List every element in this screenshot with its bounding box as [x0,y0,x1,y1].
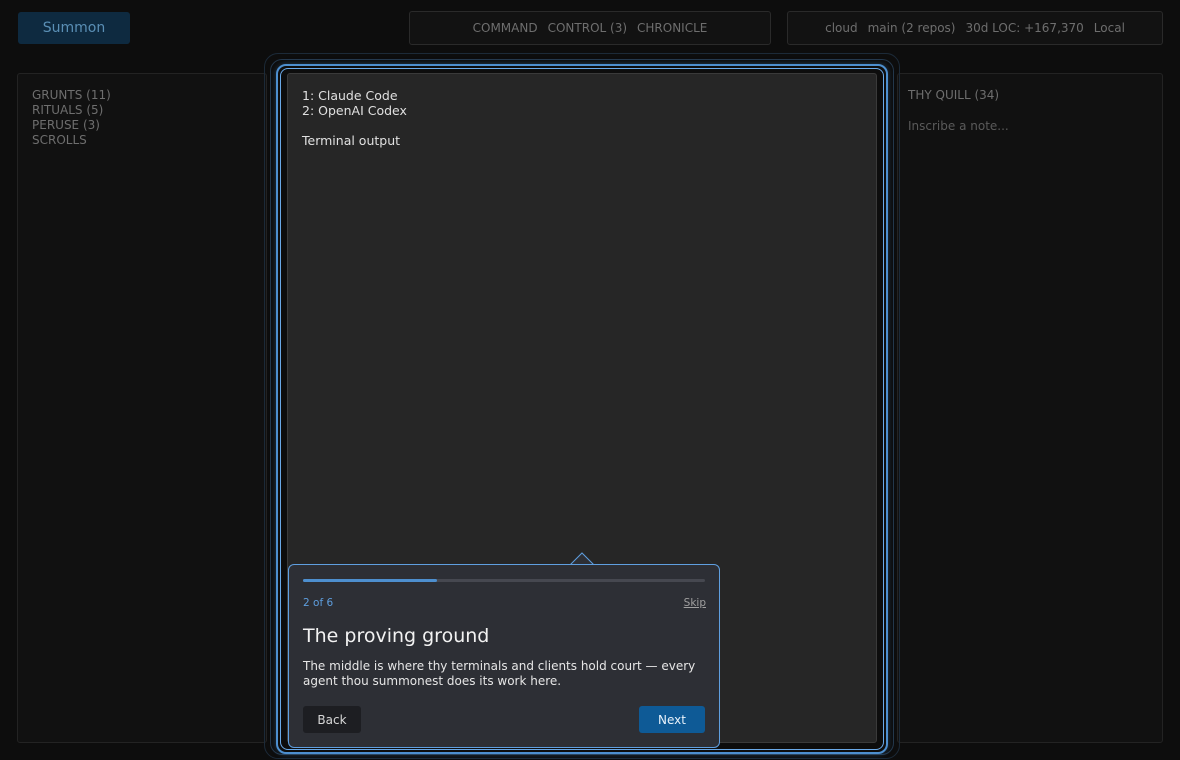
status-branch[interactable]: main (2 repos) [868,21,956,35]
tour-title: The proving ground [303,625,490,647]
tour-progress-fill [303,579,437,582]
mode-tabs: COMMAND CONTROL (3) CHRONICLE [409,11,771,45]
tour-back-button[interactable]: Back [303,706,361,733]
nav-item-grunts[interactable]: GRUNTS (11) [32,88,252,103]
nav-item-scrolls[interactable]: SCROLLS [32,133,252,148]
summon-button[interactable]: Summon [18,12,130,44]
status-bar: cloud main (2 repos) 30d LOC: +167,370 L… [787,11,1163,45]
status-mode[interactable]: Local [1094,21,1125,35]
tour-next-button[interactable]: Next [639,706,705,733]
nav-item-rituals[interactable]: RITUALS (5) [32,103,252,118]
tab-control[interactable]: CONTROL (3) [548,21,627,35]
tab-chronicle[interactable]: CHRONICLE [637,21,707,35]
tour-step-count: 2 of 6 [303,597,334,609]
nav-item-peruse[interactable]: PERUSE (3) [32,118,252,133]
tour-tooltip: 2 of 6 Skip The proving ground The middl… [288,564,720,748]
tour-skip-link[interactable]: Skip [684,597,706,609]
status-loc: 30d LOC: +167,370 [965,21,1084,35]
tour-progress-bar [303,579,705,582]
right-panel: THY QUILL (34) [897,73,1163,743]
left-panel: GRUNTS (11) RITUALS (5) PERUSE (3) SCROL… [17,73,267,743]
top-bar: Summon COMMAND CONTROL (3) CHRONICLE clo… [0,0,1180,56]
quill-title: THY QUILL (34) [908,88,1000,102]
note-input[interactable] [908,119,1148,133]
tour-body: The middle is where thy terminals and cl… [303,659,696,688]
status-env[interactable]: cloud [825,21,858,35]
tab-command[interactable]: COMMAND [473,21,538,35]
